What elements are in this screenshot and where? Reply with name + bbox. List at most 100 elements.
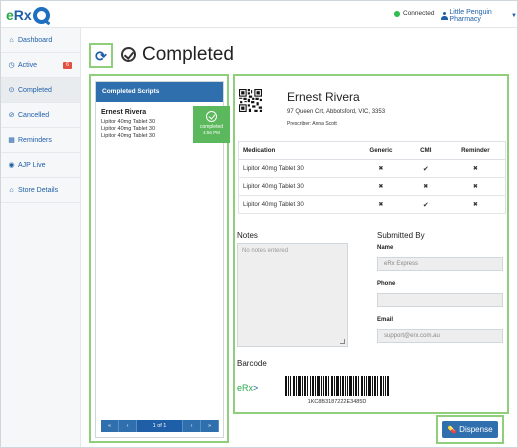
completed-scripts-panel: Completed Scripts Ernest Rivera Lipitor … — [95, 81, 230, 438]
connection-status-label: Connected — [403, 10, 435, 17]
name-label: Name — [377, 245, 394, 251]
generic-cross-icon: ✖ — [356, 195, 406, 214]
prev-page-button[interactable]: ‹ — [119, 420, 137, 432]
completed-scripts-highlight: Completed Scripts Ernest Rivera Lipitor … — [89, 74, 230, 443]
check-circle-icon — [206, 111, 217, 122]
column-header-reminder: Reminder — [445, 141, 506, 160]
sidebar-item-label: Dashboard — [18, 36, 53, 44]
barcode-heading: Barcode — [237, 359, 267, 368]
page-indicator: 1 of 1 — [137, 420, 183, 432]
sidebar-item-store-details[interactable]: ⌂ Store Details — [1, 178, 80, 203]
barcode-image — [285, 376, 389, 396]
sidebar-item-completed[interactable]: ⊙ Completed — [1, 78, 80, 103]
barcode-logo-arrow: > — [253, 383, 259, 393]
refresh-icon: ⟳ — [95, 47, 107, 64]
sidebar-item-label: Cancelled — [18, 111, 50, 119]
medication-cell: Lipitor 40mg Tablet 30 — [238, 159, 357, 178]
sidebar-item-label: Store Details — [18, 186, 59, 194]
dispense-label: Dispense — [459, 425, 493, 434]
script-medication: Lipitor 40mg Tablet 30 — [101, 119, 156, 125]
top-header: e Rx Connected Little Penguin Pharmacy ▼ — [1, 1, 517, 28]
column-header-cmi: CMI — [405, 141, 446, 160]
sidebar-item-label: AJP Live — [18, 161, 46, 169]
reminder-cross-icon: ✖ — [445, 159, 506, 178]
table-row[interactable]: Lipitor 40mg Tablet 30 ✖ ✔ ✖ — [238, 159, 506, 178]
sidebar: ⌂ Dashboard ◷ Active 6 ⊙ Completed ⊘ Can… — [1, 28, 81, 447]
script-status-time: 4:56 PM — [203, 130, 220, 135]
resize-grip-icon[interactable] — [340, 339, 345, 344]
medications-table: Medication Generic CMI Reminder Lipitor … — [238, 141, 506, 214]
email-label: Email — [377, 317, 394, 323]
script-medication: Lipitor 40mg Tablet 30 — [101, 133, 156, 139]
sidebar-item-cancelled[interactable]: ⊘ Cancelled — [1, 103, 80, 128]
barcode-logo-text: eRx — [237, 383, 254, 393]
check-circle-icon — [121, 47, 136, 62]
globe-icon: ◉ — [8, 162, 15, 169]
cmi-check-icon: ✔ — [405, 159, 446, 178]
reminder-cross-icon: ✖ — [445, 177, 506, 196]
calendar-icon: ▦ — [8, 137, 15, 144]
patient-name: Ernest Rivera — [287, 90, 360, 104]
medication-cell: Lipitor 40mg Tablet 30 — [238, 177, 357, 196]
generic-cross-icon: ✖ — [356, 177, 406, 196]
sidebar-item-label: Completed — [18, 86, 52, 94]
script-card[interactable]: Ernest Rivera Lipitor 40mg Tablet 30 Lip… — [99, 106, 230, 143]
user-icon — [441, 12, 449, 20]
page-title: Completed — [142, 44, 234, 65]
logo-rx: Rx — [13, 7, 32, 23]
next-page-button[interactable]: › — [183, 420, 201, 432]
check-circle-icon: ⊙ — [8, 87, 15, 94]
generic-cross-icon: ✖ — [356, 159, 406, 178]
sidebar-item-label: Reminders — [18, 136, 52, 144]
cmi-cross-icon: ✖ — [405, 177, 446, 196]
sidebar-item-dashboard[interactable]: ⌂ Dashboard — [1, 28, 80, 53]
logo-e: e — [6, 7, 14, 23]
script-detail-panel: Ernest Rivera 97 Queen Crt, Abbotsford, … — [233, 74, 509, 414]
script-medication: Lipitor 40mg Tablet 30 — [101, 126, 156, 132]
erx-logo[interactable]: e Rx — [6, 5, 50, 25]
logo-q-icon — [32, 6, 50, 24]
pharmacy-name: Little Penguin Pharmacy — [449, 9, 492, 23]
reminder-cross-icon: ✖ — [445, 195, 506, 214]
last-page-button[interactable]: » — [201, 420, 219, 432]
completed-scripts-heading: Completed Scripts — [96, 82, 223, 102]
notes-placeholder: No notes entered — [242, 248, 289, 254]
notes-textarea[interactable]: No notes entered — [237, 243, 348, 347]
pharmacy-menu[interactable]: Little Penguin Pharmacy ▼ — [441, 9, 517, 23]
table-row[interactable]: Lipitor 40mg Tablet 30 ✖ ✖ ✖ — [238, 177, 506, 196]
home-icon: ⌂ — [9, 186, 14, 194]
status-dot-icon — [394, 10, 400, 17]
column-header-medication: Medication — [238, 141, 357, 160]
patient-address: 97 Queen Crt, Abbotsford, VIC, 3353 — [287, 109, 386, 115]
email-field[interactable]: support@erx.com.au — [377, 329, 503, 343]
erx-barcode-logo: eRx> — [237, 383, 258, 393]
refresh-button[interactable]: ⟳ — [89, 43, 113, 68]
dispense-button[interactable]: 💊 Dispense — [442, 421, 498, 438]
barcode-number: 1KC8B3187222E3485D — [307, 399, 367, 405]
sidebar-item-ajp-live[interactable]: ◉ AJP Live — [1, 153, 80, 178]
qr-code-icon — [239, 89, 262, 112]
script-status-badge: completed 4:56 PM — [193, 106, 230, 143]
table-row[interactable]: Lipitor 40mg Tablet 30 ✖ ✔ ✖ — [238, 195, 506, 214]
pagination: « ‹ 1 of 1 › » — [101, 420, 219, 432]
phone-label: Phone — [377, 281, 396, 287]
sidebar-item-active[interactable]: ◷ Active 6 — [1, 53, 80, 78]
sidebar-item-reminders[interactable]: ▦ Reminders — [1, 128, 80, 153]
medication-cell: Lipitor 40mg Tablet 30 — [238, 195, 357, 214]
home-icon: ⌂ — [9, 36, 14, 44]
column-header-generic: Generic — [356, 141, 406, 160]
notes-heading: Notes — [237, 231, 258, 240]
caret-down-icon: ▼ — [511, 13, 517, 19]
cmi-check-icon: ✔ — [405, 195, 446, 214]
ban-icon: ⊘ — [8, 112, 15, 119]
name-field[interactable]: eRx Express — [377, 257, 503, 271]
connection-status: Connected — [394, 10, 434, 17]
dispense-highlight: 💊 Dispense — [436, 415, 504, 444]
prescriber: Prescriber: Anna Scott — [287, 121, 337, 127]
first-page-button[interactable]: « — [101, 420, 119, 432]
clock-icon: ◷ — [8, 62, 15, 69]
phone-field[interactable] — [377, 293, 503, 307]
submitted-by-heading: Submitted By — [377, 231, 425, 240]
table-header-row: Medication Generic CMI Reminder — [238, 141, 506, 160]
script-patient-name: Ernest Rivera — [101, 109, 147, 116]
